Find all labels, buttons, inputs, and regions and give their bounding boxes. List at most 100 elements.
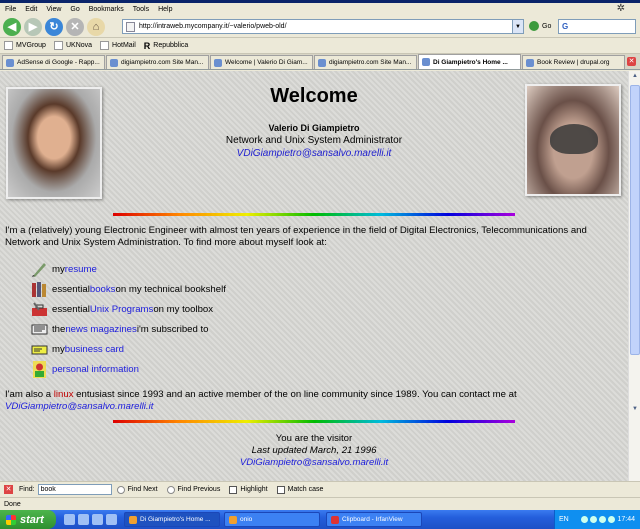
checkbox-icon [229,485,238,494]
bookmark-repubblica[interactable]: R Repubblica [144,41,189,51]
app-icon [229,515,237,524]
status-text: Done [4,501,21,508]
visitor-footer: You are the visitor Last updated March, … [0,433,628,469]
bookmark-label: HotMail [112,42,136,49]
stop-button[interactable]: ✕ [66,17,84,36]
list-item: the news magazines i'm subscribed to [30,319,226,339]
tab-home-active[interactable]: Di Giampietro's Home ... [418,54,521,69]
highlight-label: Highlight [240,486,268,493]
author-email-link[interactable]: VDiGiampietro@sansalvo.marelli.it [0,148,628,159]
back-button[interactable]: ◀ [3,17,21,36]
business-card-link[interactable]: business card [65,344,124,355]
tab-welcome[interactable]: Welcome | Valerio Di Giam... [210,55,313,69]
tab-favicon-icon [214,58,222,67]
quicklaunch-icon[interactable] [64,514,75,525]
firefox-icon [129,515,137,524]
menu-file[interactable]: File [5,6,16,13]
url-text: http://intraweb.mycompany.it/~valerio/pw… [139,23,287,30]
bookmark-uknova[interactable]: UKNova [53,41,93,50]
bookmark-label: Repubblica [153,42,189,49]
find-previous-label: Find Previous [177,486,221,493]
tab-label: digiampietro.com Site Man... [121,59,204,66]
item-text: on my toolbox [153,303,214,315]
contact-email-link[interactable]: VDiGiampietro@sansalvo.marelli.it [5,401,153,412]
menu-go[interactable]: Go [70,6,79,13]
match-case-checkbox[interactable]: Match case [276,485,323,494]
quicklaunch-icon[interactable] [106,514,117,525]
find-next-icon [116,485,125,494]
tray-icon[interactable] [581,516,589,523]
scroll-up-icon[interactable]: ▲ [630,73,640,83]
bookmarks-toolbar: MVGroup UKNova HotMail R Repubblica [0,38,640,54]
news-magazines-link[interactable]: news magazines [65,324,136,335]
start-label: start [20,513,44,526]
tab-adsense[interactable]: AdSense di Google - Rapp... [2,55,105,69]
item-text: my [52,263,65,275]
menu-edit[interactable]: Edit [25,6,37,13]
scroll-thumb[interactable] [630,85,640,355]
item-text: essential [52,303,90,315]
task-irfanview[interactable]: Clipboard - IrfanView [326,512,422,527]
task-label: Di Giampietro's Home ... [140,516,211,523]
find-previous-button[interactable]: Find Previous [166,485,221,494]
item-text: on my technical bookshelf [115,283,226,295]
books-icon [32,281,46,297]
tab-favicon-icon [526,58,534,67]
status-bar: Done [0,497,640,510]
list-item: essential Unix Programs on my toolbox [30,299,226,319]
go-button[interactable]: Go [529,21,551,31]
footer-email-link[interactable]: VDiGiampietro@sansalvo.marelli.it [240,457,388,468]
tray-icon[interactable] [608,516,616,523]
menu-help[interactable]: Help [158,6,172,13]
url-bar[interactable]: http://intraweb.mycompany.it/~valerio/pw… [122,19,524,34]
tab-site-manager-2[interactable]: digiampietro.com Site Man... [314,55,417,69]
visitor-counter-text: You are the visitor [275,433,353,444]
search-box[interactable]: G [558,19,636,34]
reload-button[interactable]: ↻ [45,17,63,36]
pen-icon [32,262,46,277]
find-previous-icon [166,485,175,494]
personal-information-link[interactable]: personal information [52,364,139,375]
find-input[interactable] [37,484,112,495]
tab-bar: AdSense di Google - Rapp... digiampietro… [0,54,640,70]
quicklaunch-icon[interactable] [92,514,103,525]
list-item: essential books on my technical bookshel… [30,279,226,299]
taskbar: start Di Giampietro's Home ... onio Clip… [0,510,640,529]
forward-button[interactable]: ▶ [24,17,42,36]
vertical-scrollbar[interactable]: ▲ ▼ [628,71,640,481]
url-dropdown-icon[interactable]: ▼ [512,20,523,33]
tab-favicon-icon [6,58,14,67]
resume-link[interactable]: resume [65,264,97,275]
linux-link[interactable]: linux [54,389,74,400]
menu-view[interactable]: View [46,6,61,13]
highlight-checkbox[interactable]: Highlight [229,485,268,494]
find-next-button[interactable]: Find Next [116,485,158,494]
menu-bar: File Edit View Go Bookmarks Tools Help ✲ [0,3,640,16]
tab-book-review[interactable]: Book Review | drupal.org [522,55,625,69]
menu-bookmarks[interactable]: Bookmarks [89,6,124,13]
start-button[interactable]: start [0,510,56,529]
close-tab-icon[interactable]: ✕ [627,57,636,66]
tray-icon[interactable] [599,516,607,523]
find-label: Find: [19,486,35,493]
language-indicator[interactable]: EN [555,516,569,523]
tab-site-manager-1[interactable]: digiampietro.com Site Man... [106,55,209,69]
home-button[interactable]: ⌂ [87,17,105,36]
bookmark-hotmail[interactable]: HotMail [100,41,136,50]
close-find-icon[interactable]: ✕ [4,485,13,494]
books-link[interactable]: books [90,284,116,295]
task-label: Clipboard - IrfanView [342,516,403,523]
tray-icon[interactable] [590,516,598,523]
quicklaunch-icon[interactable] [78,514,89,525]
task-onio[interactable]: onio [224,512,320,527]
scroll-down-icon[interactable]: ▼ [630,406,640,416]
page-content: Welcome Valerio Di Giampietro Network an… [0,71,628,481]
unix-programs-link[interactable]: Unix Programs [90,304,153,315]
menu-tools[interactable]: Tools [133,6,149,13]
find-bar: ✕ Find: Find Next Find Previous Highligh… [0,481,640,497]
bookmark-mvgroup[interactable]: MVGroup [4,41,46,50]
bookmark-label: UKNova [65,42,93,49]
task-firefox[interactable]: Di Giampietro's Home ... [124,512,220,527]
tab-favicon-icon [110,58,118,67]
quick-launch [64,514,120,525]
